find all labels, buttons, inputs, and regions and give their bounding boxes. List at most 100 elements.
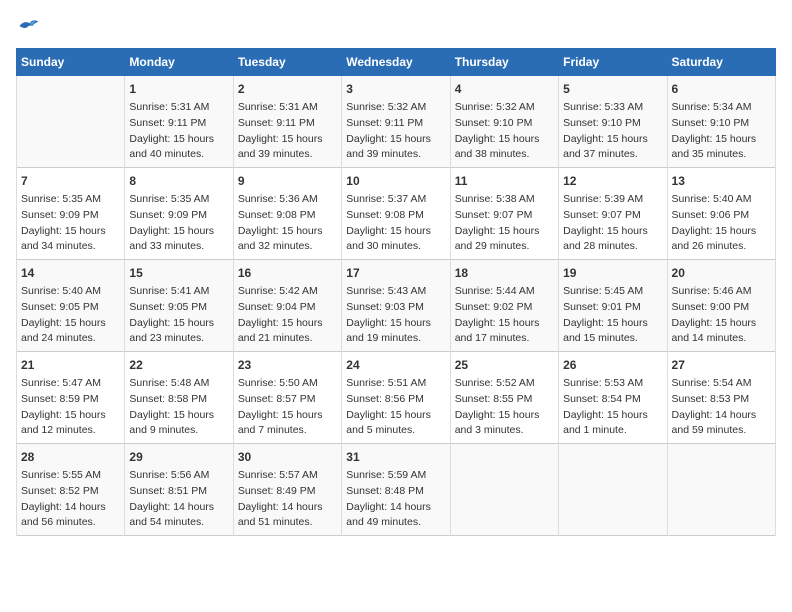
day-info-line: Sunset: 9:03 PM [346,300,445,316]
calendar-cell: 8Sunrise: 5:35 AMSunset: 9:09 PMDaylight… [125,168,233,260]
day-info-line: Daylight: 15 hours [346,224,445,240]
day-info-line: and 3 minutes. [455,423,554,439]
day-number: 26 [563,356,662,374]
day-info-line: Sunrise: 5:32 AM [455,100,554,116]
day-info-line: Sunrise: 5:54 AM [672,376,771,392]
day-info-line: Daylight: 14 hours [238,500,337,516]
day-info-line: Sunrise: 5:39 AM [563,192,662,208]
day-info-line: and 35 minutes. [672,147,771,163]
day-number: 22 [129,356,228,374]
day-info-line: Sunset: 9:00 PM [672,300,771,316]
day-info-line: and 39 minutes. [346,147,445,163]
day-info-line: Sunrise: 5:43 AM [346,284,445,300]
day-info-line: Sunrise: 5:55 AM [21,468,120,484]
day-info-line: and 51 minutes. [238,515,337,531]
day-number: 12 [563,172,662,190]
day-info-line: and 34 minutes. [21,239,120,255]
calendar-cell [559,444,667,536]
day-info-line: Sunrise: 5:46 AM [672,284,771,300]
calendar-cell: 29Sunrise: 5:56 AMSunset: 8:51 PMDayligh… [125,444,233,536]
day-info-line: and 7 minutes. [238,423,337,439]
day-info-line: and 14 minutes. [672,331,771,347]
day-info-line: Daylight: 15 hours [455,408,554,424]
day-info-line: Sunrise: 5:41 AM [129,284,228,300]
day-info-line: Sunset: 9:06 PM [672,208,771,224]
day-info-line: and 17 minutes. [455,331,554,347]
day-number: 20 [672,264,771,282]
day-header-tuesday: Tuesday [233,49,341,76]
calendar-cell: 26Sunrise: 5:53 AMSunset: 8:54 PMDayligh… [559,352,667,444]
day-info-line: Sunset: 8:58 PM [129,392,228,408]
day-number: 4 [455,80,554,98]
calendar-cell: 20Sunrise: 5:46 AMSunset: 9:00 PMDayligh… [667,260,775,352]
day-info-line: and 33 minutes. [129,239,228,255]
calendar-cell: 30Sunrise: 5:57 AMSunset: 8:49 PMDayligh… [233,444,341,536]
day-info-line: Sunrise: 5:31 AM [238,100,337,116]
calendar-week-5: 28Sunrise: 5:55 AMSunset: 8:52 PMDayligh… [17,444,776,536]
day-info-line: and 32 minutes. [238,239,337,255]
calendar-cell: 17Sunrise: 5:43 AMSunset: 9:03 PMDayligh… [342,260,450,352]
day-number: 27 [672,356,771,374]
day-info-line: Sunset: 9:10 PM [563,116,662,132]
day-info-line: Sunrise: 5:57 AM [238,468,337,484]
day-info-line: Sunset: 9:11 PM [238,116,337,132]
calendar-cell: 25Sunrise: 5:52 AMSunset: 8:55 PMDayligh… [450,352,558,444]
day-info-line: Sunrise: 5:48 AM [129,376,228,392]
calendar-cell: 9Sunrise: 5:36 AMSunset: 9:08 PMDaylight… [233,168,341,260]
day-info-line: Sunset: 8:52 PM [21,484,120,500]
day-info-line: Sunset: 8:55 PM [455,392,554,408]
day-info-line: Sunrise: 5:47 AM [21,376,120,392]
calendar-cell: 16Sunrise: 5:42 AMSunset: 9:04 PMDayligh… [233,260,341,352]
day-info-line: Sunrise: 5:44 AM [455,284,554,300]
day-info-line: and 19 minutes. [346,331,445,347]
calendar-cell: 18Sunrise: 5:44 AMSunset: 9:02 PMDayligh… [450,260,558,352]
day-info-line: Daylight: 15 hours [346,316,445,332]
day-info-line: Sunrise: 5:38 AM [455,192,554,208]
day-number: 13 [672,172,771,190]
day-info-line: Sunrise: 5:33 AM [563,100,662,116]
day-info-line: Sunrise: 5:53 AM [563,376,662,392]
logo [16,16,40,36]
calendar-cell: 21Sunrise: 5:47 AMSunset: 8:59 PMDayligh… [17,352,125,444]
day-info-line: and 26 minutes. [672,239,771,255]
day-info-line: Sunset: 9:09 PM [21,208,120,224]
calendar-cell: 2Sunrise: 5:31 AMSunset: 9:11 PMDaylight… [233,76,341,168]
day-info-line: and 49 minutes. [346,515,445,531]
day-info-line: Daylight: 15 hours [563,316,662,332]
calendar-cell: 10Sunrise: 5:37 AMSunset: 9:08 PMDayligh… [342,168,450,260]
day-info-line: Sunset: 9:07 PM [455,208,554,224]
calendar-cell: 23Sunrise: 5:50 AMSunset: 8:57 PMDayligh… [233,352,341,444]
day-number: 21 [21,356,120,374]
day-number: 14 [21,264,120,282]
day-number: 3 [346,80,445,98]
day-info-line: Sunrise: 5:45 AM [563,284,662,300]
day-info-line: and 38 minutes. [455,147,554,163]
calendar-cell [17,76,125,168]
day-header-monday: Monday [125,49,233,76]
day-info-line: Daylight: 15 hours [455,316,554,332]
day-number: 16 [238,264,337,282]
calendar-header-row: SundayMondayTuesdayWednesdayThursdayFrid… [17,49,776,76]
calendar-cell: 24Sunrise: 5:51 AMSunset: 8:56 PMDayligh… [342,352,450,444]
day-info-line: Sunrise: 5:40 AM [21,284,120,300]
day-info-line: and 23 minutes. [129,331,228,347]
calendar-cell: 13Sunrise: 5:40 AMSunset: 9:06 PMDayligh… [667,168,775,260]
calendar-week-3: 14Sunrise: 5:40 AMSunset: 9:05 PMDayligh… [17,260,776,352]
day-number: 31 [346,448,445,466]
day-info-line: and 28 minutes. [563,239,662,255]
day-info-line: and 1 minute. [563,423,662,439]
calendar-cell: 4Sunrise: 5:32 AMSunset: 9:10 PMDaylight… [450,76,558,168]
day-number: 25 [455,356,554,374]
day-info-line: Sunrise: 5:37 AM [346,192,445,208]
day-info-line: Sunrise: 5:56 AM [129,468,228,484]
day-info-line: Sunrise: 5:36 AM [238,192,337,208]
day-number: 15 [129,264,228,282]
day-info-line: Daylight: 15 hours [238,408,337,424]
calendar-cell [667,444,775,536]
day-info-line: Sunset: 8:56 PM [346,392,445,408]
day-info-line: and 59 minutes. [672,423,771,439]
day-info-line: Sunrise: 5:50 AM [238,376,337,392]
day-number: 11 [455,172,554,190]
day-info-line: and 37 minutes. [563,147,662,163]
day-info-line: Sunset: 8:51 PM [129,484,228,500]
